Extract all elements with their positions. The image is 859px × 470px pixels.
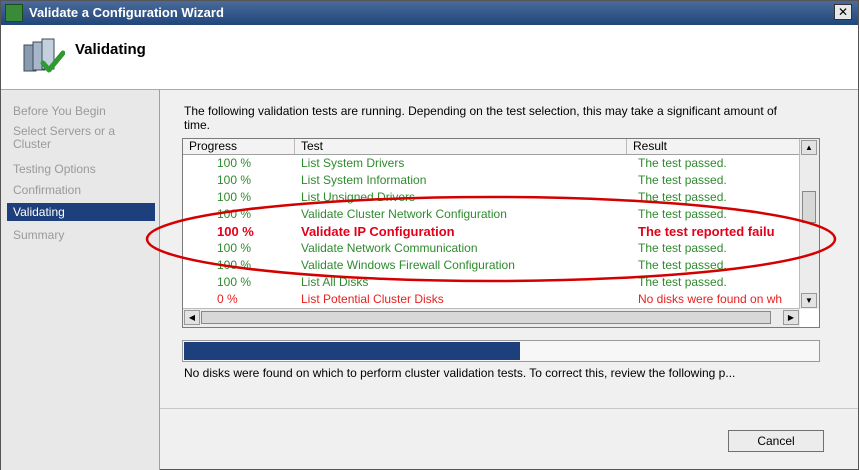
table-row[interactable]: 100 % List System Information The test p…: [183, 172, 800, 189]
horizontal-scroll-thumb[interactable]: [201, 311, 771, 324]
row-test: List Unsigned Drivers: [301, 190, 416, 204]
step-confirmation[interactable]: Confirmation: [7, 183, 155, 197]
column-progress[interactable]: Progress: [183, 139, 295, 154]
step-select-servers[interactable]: Select Servers or a Cluster: [7, 125, 155, 151]
row-progress: 100 %: [217, 241, 252, 255]
table-row[interactable]: 100 % List Unsigned Drivers The test pas…: [183, 189, 800, 206]
step-validating[interactable]: Validating: [7, 203, 155, 221]
row-test: Validate Network Communication: [301, 241, 478, 255]
row-result: The test passed.: [638, 275, 727, 289]
row-progress: 100 %: [217, 207, 252, 221]
row-test: List All Disks: [301, 275, 369, 289]
cluster-validate-icon: [5, 4, 23, 22]
table-row[interactable]: 100 % Validate Windows Firewall Configur…: [183, 257, 800, 274]
row-result: The test passed.: [638, 258, 727, 272]
table-row[interactable]: 100 % Validate IP Configuration The test…: [183, 223, 800, 240]
step-testing-options[interactable]: Testing Options: [7, 162, 155, 176]
status-text: No disks were found on which to perform …: [184, 366, 736, 380]
cancel-button[interactable]: Cancel: [728, 430, 824, 452]
row-test: Validate Windows Firewall Configuration: [301, 258, 515, 272]
page-title: Validating: [75, 41, 146, 58]
row-test: List Potential Cluster Disks: [301, 292, 444, 306]
title-bar[interactable]: Validate a Configuration Wizard ✕: [1, 1, 858, 25]
list-header: Progress Test Result: [183, 139, 800, 155]
wizard-window: Validate a Configuration Wizard ✕ Valida…: [0, 0, 859, 470]
scroll-down-icon[interactable]: ▼: [801, 293, 817, 308]
table-row[interactable]: 100 % List All Disks The test passed.: [183, 274, 800, 291]
row-progress: 100 %: [217, 275, 252, 289]
horizontal-scrollbar[interactable]: ◀ ▶: [183, 308, 800, 327]
step-before-you-begin[interactable]: Before You Begin: [7, 104, 155, 118]
row-progress: 100 %: [217, 224, 254, 239]
table-row[interactable]: 100 % Validate Cluster Network Configura…: [183, 206, 800, 223]
row-result: The test passed.: [638, 156, 727, 170]
row-test: Validate IP Configuration: [301, 224, 455, 239]
row-result: The test passed.: [638, 207, 727, 221]
scroll-right-icon[interactable]: ▶: [783, 310, 799, 325]
row-progress: 100 %: [217, 190, 252, 204]
footer-divider: [160, 408, 858, 409]
row-test: List System Drivers: [301, 156, 405, 170]
vertical-scrollbar[interactable]: ▲ ▼: [799, 139, 819, 309]
close-button[interactable]: ✕: [834, 4, 852, 20]
column-test[interactable]: Test: [295, 139, 627, 154]
row-progress: 100 %: [217, 173, 252, 187]
scroll-left-icon[interactable]: ◀: [184, 310, 200, 325]
row-result: The test passed.: [638, 190, 727, 204]
row-result: The test reported failu: [638, 224, 775, 239]
wizard-steps: Before You Begin Select Servers or a Clu…: [1, 90, 160, 470]
window-title: Validate a Configuration Wizard: [29, 5, 224, 20]
wizard-content: The following validation tests are runni…: [160, 90, 858, 470]
vertical-scroll-thumb[interactable]: [802, 191, 816, 223]
row-result: The test passed.: [638, 241, 727, 255]
progress-fill: [184, 342, 520, 360]
test-results-list[interactable]: Progress Test Result 100 % List System D…: [182, 138, 820, 328]
row-result: No disks were found on wh: [638, 292, 783, 306]
row-progress: 100 %: [217, 258, 252, 272]
wizard-header: Validating: [1, 25, 858, 90]
validation-progress-bar: [182, 340, 820, 362]
row-progress: 100 %: [217, 156, 252, 170]
scroll-up-icon[interactable]: ▲: [801, 140, 817, 155]
step-summary[interactable]: Summary: [7, 228, 155, 242]
row-test: Validate Cluster Network Configuration: [301, 207, 507, 221]
cluster-servers-check-icon: [23, 38, 65, 73]
table-row[interactable]: 0 % List Potential Cluster Disks No disk…: [183, 291, 800, 308]
description-text: The following validation tests are runni…: [184, 104, 778, 132]
row-test: List System Information: [301, 173, 427, 187]
row-result: The test passed.: [638, 173, 727, 187]
row-progress: 0 %: [217, 292, 238, 306]
column-result[interactable]: Result: [627, 139, 800, 154]
table-row[interactable]: 100 % Validate Network Communication The…: [183, 240, 800, 257]
table-row[interactable]: 100 % List System Drivers The test passe…: [183, 155, 800, 172]
